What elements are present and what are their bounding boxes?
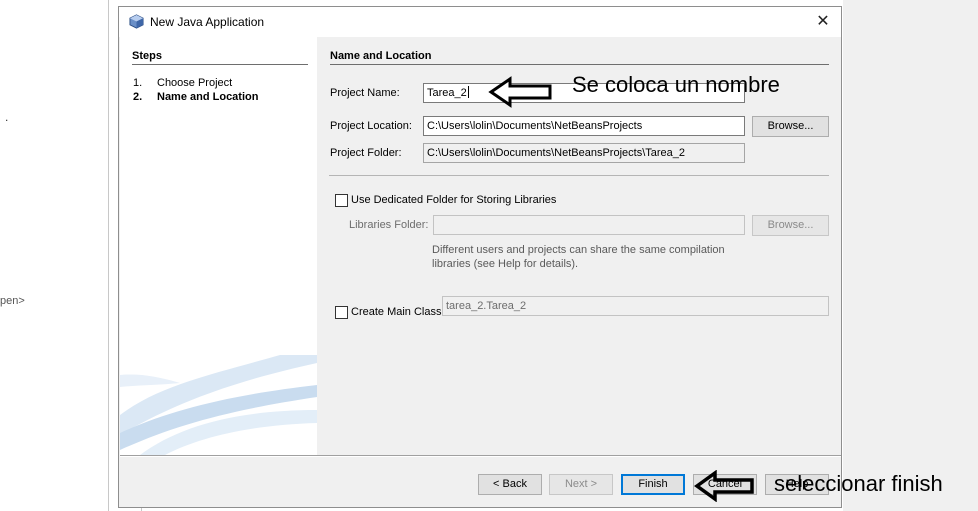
- create-main-class-label: Create Main Class: [351, 306, 442, 318]
- section-separator: [329, 175, 829, 176]
- project-name-label: Project Name:: [330, 87, 400, 99]
- finish-button[interactable]: Finish: [621, 474, 685, 495]
- help-line: Different users and projects can share t…: [432, 244, 725, 256]
- section-divider: [330, 64, 829, 65]
- netbeans-cube-icon: [129, 14, 144, 29]
- steps-divider: [132, 64, 308, 65]
- dialog-title: New Java Application: [150, 15, 265, 29]
- dedicated-folder-label: Use Dedicated Folder for Storing Librari…: [351, 194, 557, 206]
- back-button[interactable]: < Back: [478, 474, 542, 495]
- text-caret: [467, 86, 469, 98]
- step-item-choose-project: 1. Choose Project: [133, 77, 232, 89]
- project-folder-field: C:\Users\lolin\Documents\NetBeansProject…: [423, 143, 745, 163]
- steps-heading: Steps: [132, 50, 162, 62]
- annotation-arrow-left-icon: [694, 470, 754, 502]
- section-title: Name and Location: [330, 50, 432, 62]
- libraries-folder-label: Libraries Folder:: [349, 219, 429, 231]
- ide-divider: [108, 0, 109, 511]
- libraries-folder-input[interactable]: [433, 215, 745, 235]
- step-item-name-and-location: 2. Name and Location: [133, 91, 258, 103]
- main-class-input[interactable]: tarea_2.Tarea_2: [442, 296, 829, 316]
- ide-background-text: pen>: [0, 295, 25, 307]
- ide-background-text: .: [5, 110, 9, 124]
- ide-background-right: [843, 0, 978, 511]
- create-main-class-checkbox[interactable]: [335, 306, 348, 319]
- step-label: Name and Location: [157, 91, 259, 103]
- annotation-arrow-left-icon: [488, 76, 552, 108]
- libraries-help-text: Different users and projects can share t…: [432, 243, 725, 271]
- libraries-browse-button[interactable]: Browse...: [752, 215, 829, 236]
- next-button[interactable]: Next >: [549, 474, 613, 495]
- help-line: libraries (see Help for details).: [432, 258, 579, 270]
- ide-background-panel: [0, 0, 110, 511]
- project-name-value: Tarea_2: [427, 87, 467, 99]
- project-folder-label: Project Folder:: [330, 147, 402, 159]
- project-location-browse-button[interactable]: Browse...: [752, 116, 829, 137]
- project-location-label: Project Location:: [330, 120, 412, 132]
- decorative-swoosh-art: [120, 355, 317, 455]
- name-and-location-panel: Name and Location Project Name: Tarea_2 …: [317, 37, 839, 455]
- step-label: Choose Project: [157, 77, 233, 89]
- dialog-titlebar: New Java Application ✕: [119, 7, 841, 37]
- step-number: 2.: [133, 91, 143, 103]
- annotation-name-hint: Se coloca un nombre: [572, 72, 780, 97]
- steps-panel: Steps 1. Choose Project 2. Name and Locati…: [120, 37, 317, 455]
- annotation-finish-hint: seleccionar finish: [774, 471, 943, 496]
- footer-divider-highlight: [120, 456, 841, 457]
- dedicated-folder-checkbox[interactable]: [335, 194, 348, 207]
- project-location-input[interactable]: C:\Users\lolin\Documents\NetBeansProject…: [423, 116, 745, 136]
- close-button[interactable]: ✕: [813, 12, 833, 32]
- step-number: 1.: [133, 77, 143, 89]
